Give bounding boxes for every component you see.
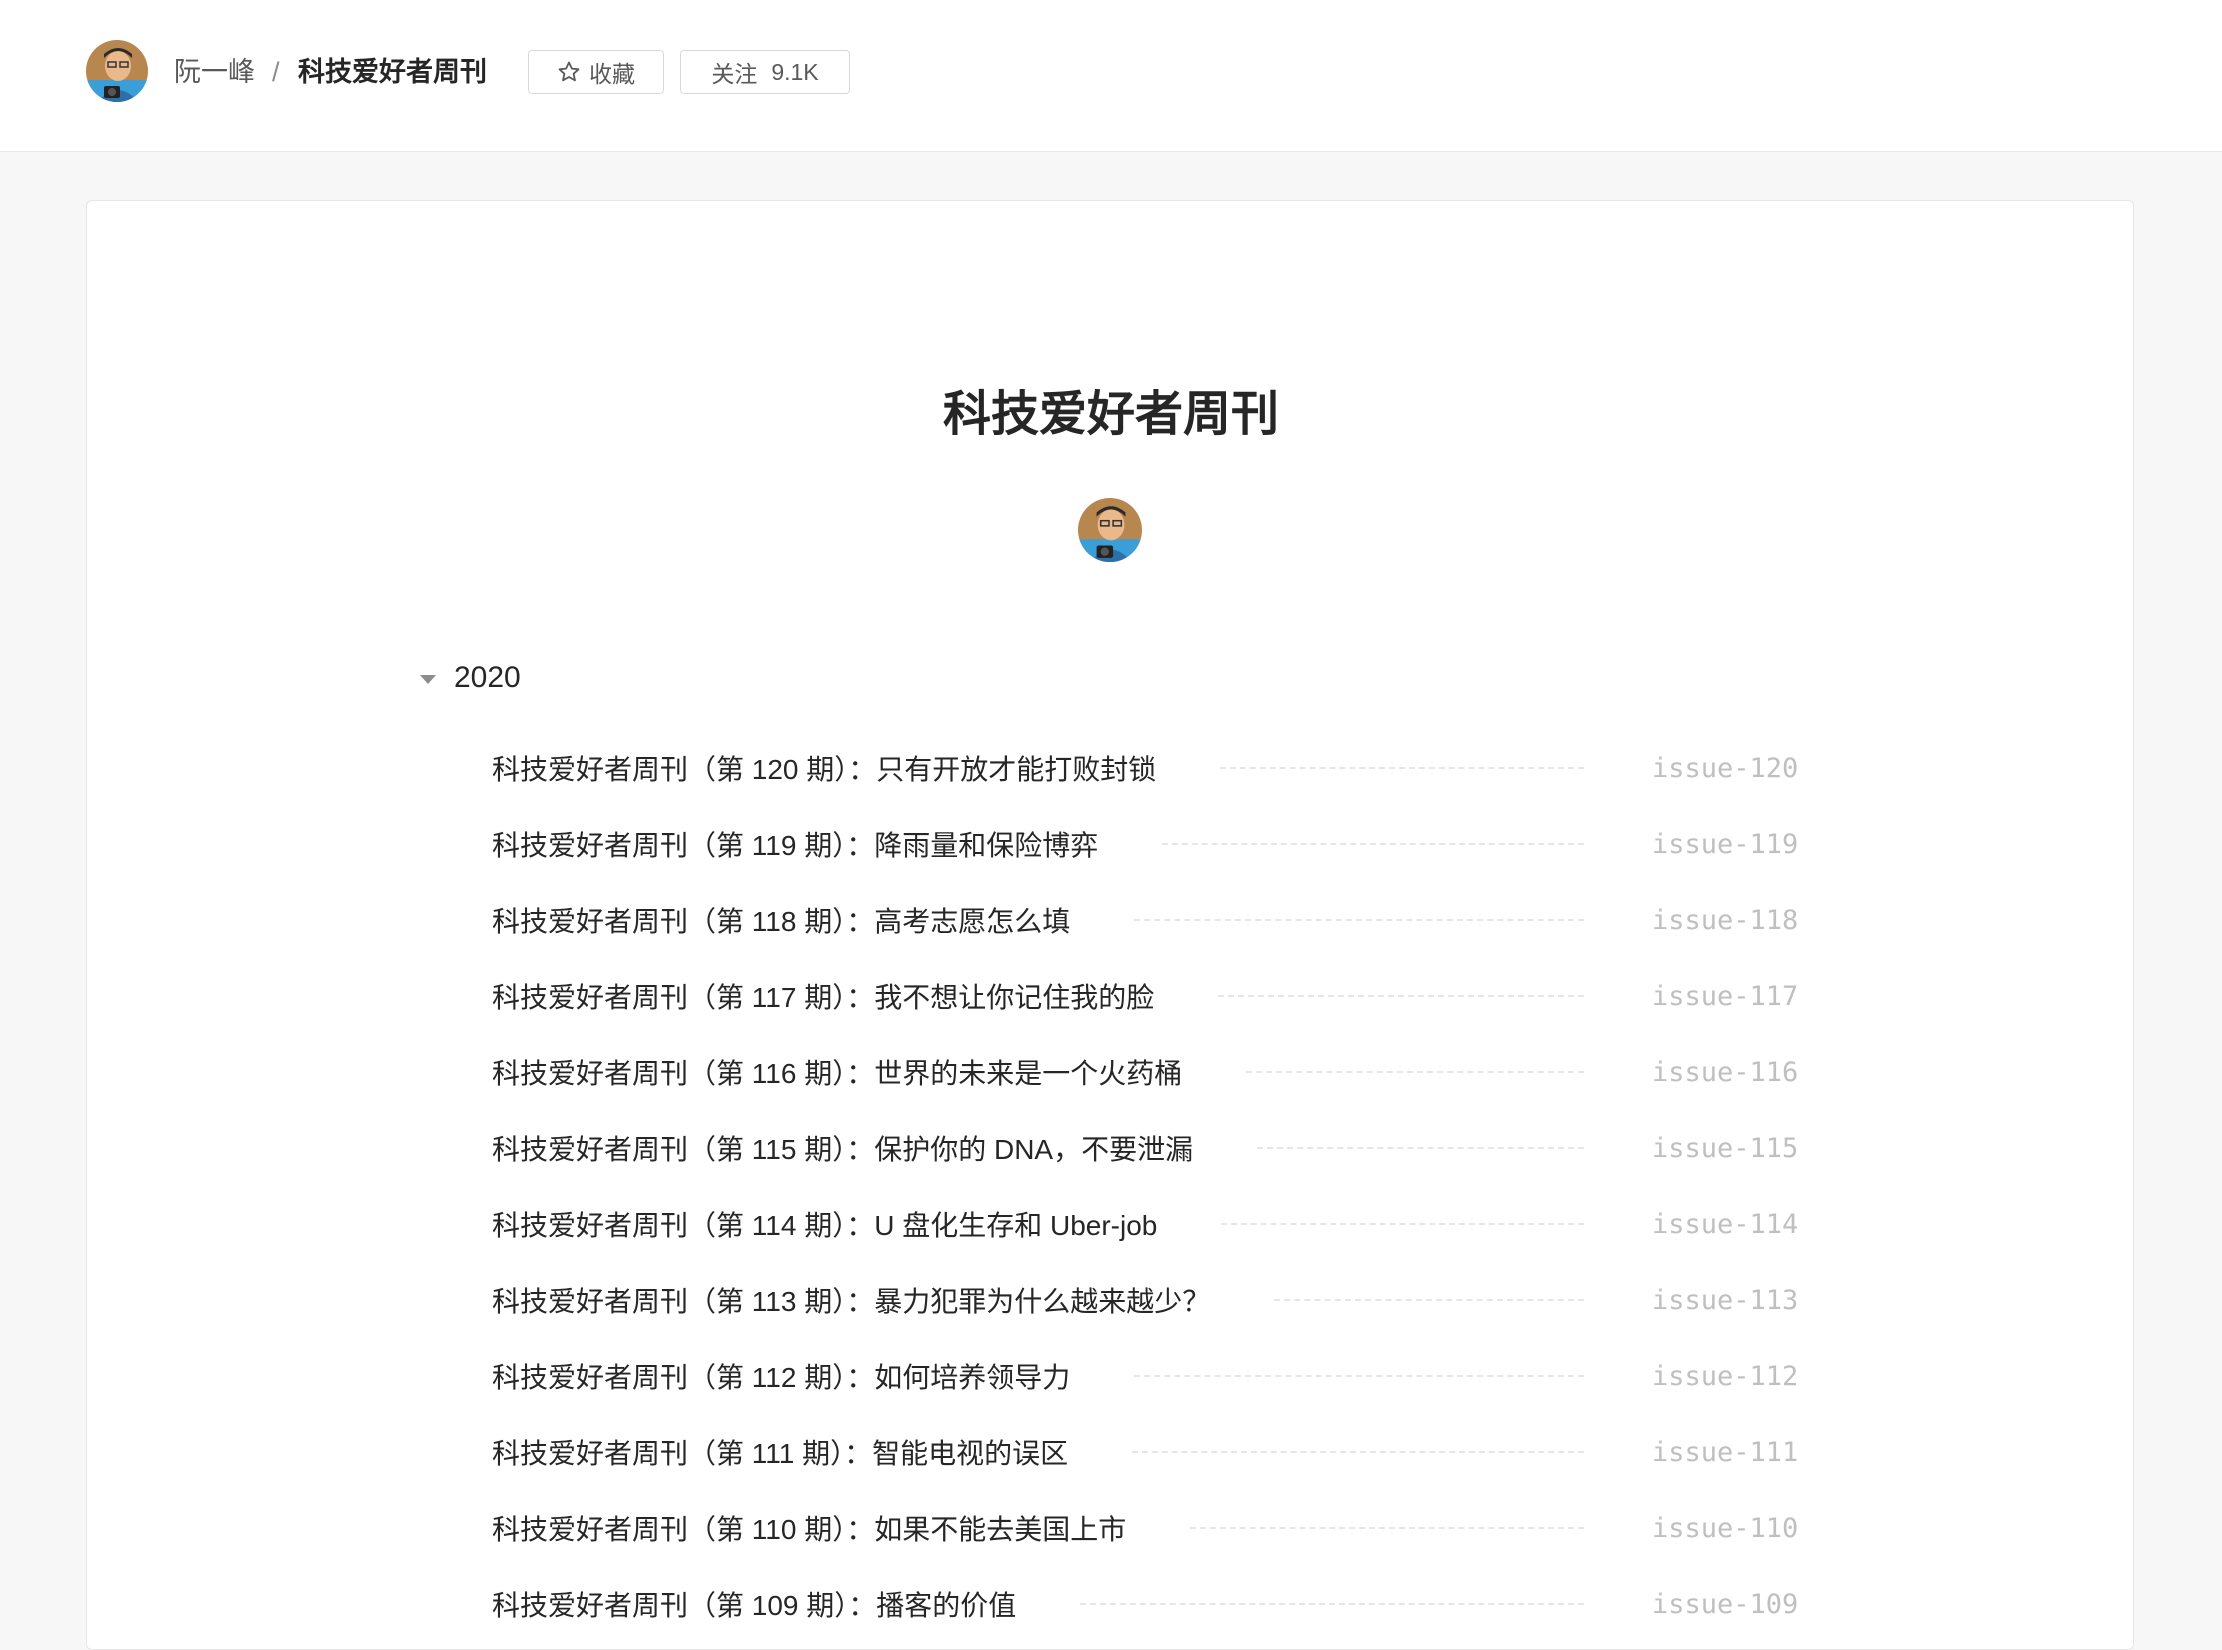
toc-item[interactable]: 科技爱好者周刊（第 117 期）：我不想让你记住我的脸 issue-117 <box>492 958 1804 1034</box>
toc-item-title[interactable]: 科技爱好者周刊（第 113 期）：暴力犯罪为什么越来越少？ <box>492 1280 1210 1320</box>
toc-item[interactable]: 科技爱好者周刊（第 111 期）：智能电视的误区 issue-111 <box>492 1414 1804 1490</box>
toc-item-slug: issue-119 <box>1652 828 1799 860</box>
toc-item[interactable]: 科技爱好者周刊（第 115 期）：保护你的 DNA，不要泄漏 issue-115 <box>492 1110 1804 1186</box>
toc-item-leader <box>1274 1299 1584 1301</box>
toc-item[interactable]: 科技爱好者周刊（第 109 期）：播客的价值 issue-109 <box>492 1566 1804 1642</box>
toc-item-leader <box>1257 1147 1584 1149</box>
follow-button[interactable]: 关注 9.1K <box>680 50 850 94</box>
breadcrumb-user[interactable]: 阮一峰 <box>174 52 255 92</box>
toc-item[interactable]: 科技爱好者周刊（第 110 期）：如果不能去美国上市 issue-110 <box>492 1490 1804 1566</box>
toc-item-slug: issue-111 <box>1652 1436 1799 1468</box>
toc-item-leader <box>1190 1527 1584 1529</box>
toc-item-slug: issue-109 <box>1652 1588 1799 1620</box>
favorite-button[interactable]: 收藏 <box>528 50 664 94</box>
toc-item-slug: issue-113 <box>1652 1284 1799 1316</box>
toc-item-title[interactable]: 科技爱好者周刊（第 109 期）：播客的价值 <box>492 1584 1016 1624</box>
toc-item-title[interactable]: 科技爱好者周刊（第 120 期）：只有开放才能打败封锁 <box>492 748 1156 788</box>
toc-item-leader <box>1162 843 1584 845</box>
follow-count: 9.1K <box>771 58 819 85</box>
author-avatar[interactable] <box>1078 498 1142 562</box>
toc-item-title[interactable]: 科技爱好者周刊（第 118 期）：高考志愿怎么填 <box>492 900 1070 940</box>
toc-item[interactable]: 科技爱好者周刊（第 116 期）：世界的未来是一个火药桶 issue-116 <box>492 1034 1804 1110</box>
toc-item-leader <box>1246 1071 1584 1073</box>
caret-down-icon <box>420 674 436 684</box>
toc-item[interactable]: 科技爱好者周刊（第 114 期）：U 盘化生存和 Uber-job issue-1… <box>492 1186 1804 1262</box>
breadcrumb-separator: / <box>272 57 280 87</box>
toc-item-title[interactable]: 科技爱好者周刊（第 114 期）：U 盘化生存和 Uber-job <box>492 1204 1157 1244</box>
toc-item[interactable]: 科技爱好者周刊（第 119 期）：降雨量和保险博弈 issue-119 <box>492 806 1804 882</box>
follow-label: 关注 <box>711 61 758 87</box>
toc-item-leader <box>1220 767 1584 769</box>
toc-item[interactable]: 科技爱好者周刊（第 118 期）：高考志愿怎么填 issue-118 <box>492 882 1804 958</box>
toc-item-slug: issue-114 <box>1652 1208 1799 1240</box>
toc-item[interactable]: 科技爱好者周刊（第 112 期）：如何培养领导力 issue-112 <box>492 1338 1804 1414</box>
toc-item-slug: issue-117 <box>1652 980 1799 1012</box>
toc-item-title[interactable]: 科技爱好者周刊（第 119 期）：降雨量和保险博弈 <box>492 824 1098 864</box>
toc-item-title[interactable]: 科技爱好者周刊（第 111 期）：智能电视的误区 <box>492 1432 1068 1472</box>
toc-item-slug: issue-110 <box>1652 1512 1799 1544</box>
toc-item-title[interactable]: 科技爱好者周刊（第 117 期）：我不想让你记住我的脸 <box>492 976 1154 1016</box>
toc-item-title[interactable]: 科技爱好者周刊（第 112 期）：如何培养领导力 <box>492 1356 1070 1396</box>
toc-item-title[interactable]: 科技爱好者周刊（第 115 期）：保护你的 DNA，不要泄漏 <box>492 1128 1193 1168</box>
favorite-label: 收藏 <box>589 61 635 87</box>
star-icon <box>558 61 580 82</box>
toc-item-title[interactable]: 科技爱好者周刊（第 116 期）：世界的未来是一个火药桶 <box>492 1052 1182 1092</box>
toc-item-leader <box>1221 1223 1584 1225</box>
toc-item-leader <box>1080 1603 1584 1605</box>
toc-item-leader <box>1134 1375 1584 1377</box>
toc-item-slug: issue-112 <box>1652 1360 1799 1392</box>
toc-group-year: 2020 <box>454 661 521 694</box>
toc-group-toggle[interactable]: 2020 <box>420 656 521 700</box>
toc-item-title[interactable]: 科技爱好者周刊（第 110 期）：如果不能去美国上市 <box>492 1508 1126 1548</box>
toc-item-slug: issue-116 <box>1652 1056 1799 1088</box>
toc-item-leader <box>1218 995 1584 997</box>
toc-item-slug: issue-118 <box>1652 904 1799 936</box>
toc-list: 科技爱好者周刊（第 120 期）：只有开放才能打败封锁 issue-120 科技爱好… <box>492 730 1804 1642</box>
top-header: 阮一峰 / 科技爱好者周刊 收藏 关注 9.1K <box>0 0 2222 152</box>
toc-item-slug: issue-115 <box>1652 1132 1799 1164</box>
user-avatar[interactable] <box>86 40 148 102</box>
toc-item-leader <box>1132 1451 1584 1453</box>
book-title: 科技爱好者周刊 <box>942 388 1279 441</box>
toc-item-leader <box>1134 919 1584 921</box>
breadcrumb-book[interactable]: 科技爱好者周刊 <box>298 52 487 92</box>
toc-item[interactable]: 科技爱好者周刊（第 120 期）：只有开放才能打败封锁 issue-120 <box>492 730 1804 806</box>
toc-item[interactable]: 科技爱好者周刊（第 113 期）：暴力犯罪为什么越来越少？ issue-113 <box>492 1262 1804 1338</box>
toc-item-slug: issue-120 <box>1652 752 1799 784</box>
